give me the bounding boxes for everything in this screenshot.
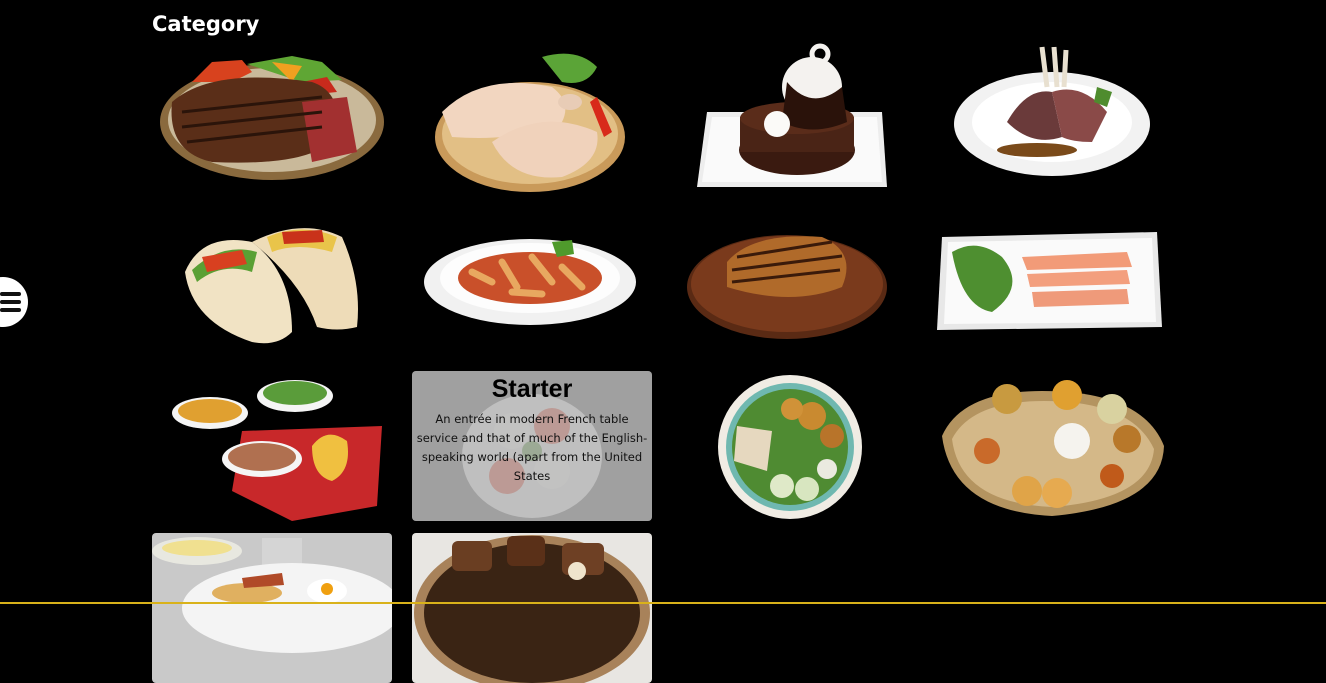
- grilled-steak-board-icon: [687, 235, 887, 339]
- category-overlay-starter: Starter An entrée in modern French table…: [412, 371, 652, 521]
- salad-bowl-icon: [718, 375, 862, 519]
- salmon-platter-icon: [937, 232, 1162, 330]
- beef-stew-icon: [412, 533, 652, 683]
- category-card-tacos[interactable]: [152, 212, 392, 362]
- category-card-breakfast[interactable]: [152, 533, 392, 683]
- category-card-salmon[interactable]: [932, 212, 1172, 362]
- category-card-bowl[interactable]: [672, 371, 912, 521]
- penne-pasta-icon: [424, 239, 636, 325]
- side-dishes-icon: [172, 380, 382, 521]
- category-card-chicken[interactable]: [412, 42, 652, 192]
- category-card-stew[interactable]: [412, 533, 652, 683]
- category-card-sides[interactable]: [152, 371, 392, 521]
- menu-toggle-button[interactable]: [0, 277, 28, 327]
- breakfast-plate-icon: [152, 533, 392, 683]
- tacos-icon: [185, 228, 358, 344]
- category-card-lamb[interactable]: [932, 42, 1172, 192]
- page-title: Category: [152, 12, 260, 36]
- indian-thali-icon: [942, 380, 1164, 516]
- lamb-chops-icon: [954, 46, 1150, 176]
- category-card-pasta[interactable]: [412, 212, 652, 362]
- steak-icon: [160, 56, 384, 180]
- category-card-starter[interactable]: Starter An entrée in modern French table…: [412, 371, 652, 521]
- chicken-icon: [435, 53, 625, 192]
- category-card-grill[interactable]: [672, 212, 912, 362]
- category-description-starter: An entrée in modern French table service…: [416, 412, 648, 483]
- category-card-dessert[interactable]: [672, 42, 912, 192]
- category-card-steak[interactable]: [152, 42, 392, 192]
- chocolate-cake-icon: [697, 43, 887, 187]
- category-title-starter: Starter: [491, 375, 573, 403]
- category-card-thali[interactable]: [932, 371, 1172, 521]
- hamburger-menu-icon: [0, 292, 21, 312]
